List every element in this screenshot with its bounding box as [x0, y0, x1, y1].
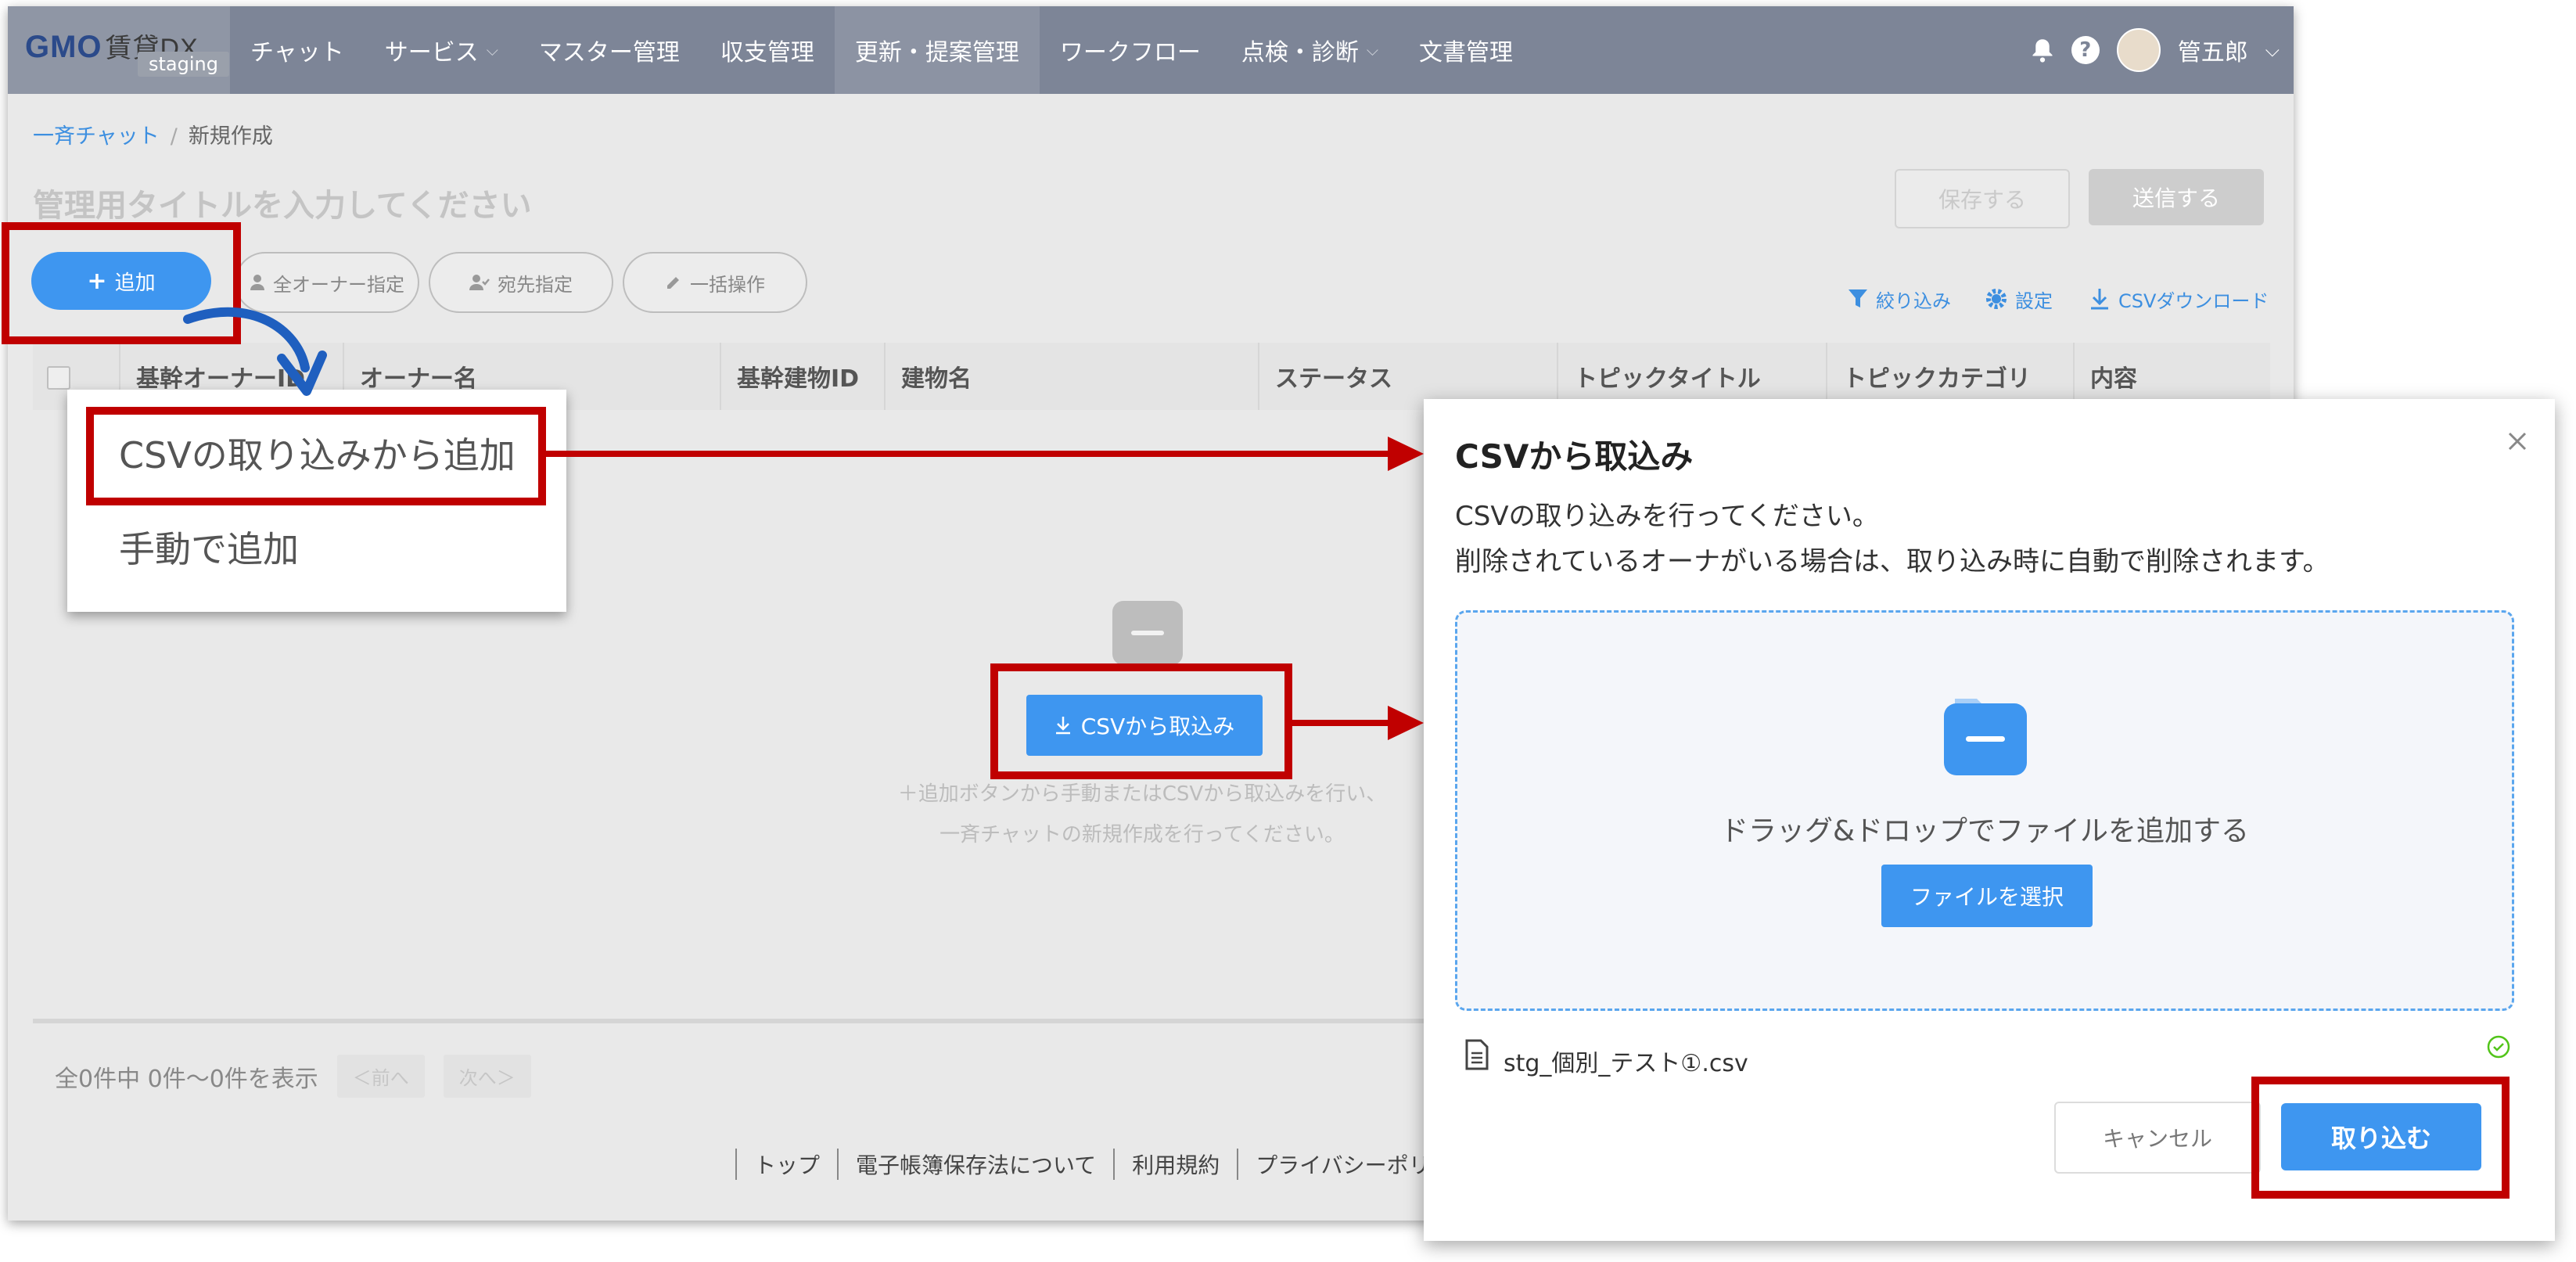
nav-item-chat[interactable]: チャット — [230, 6, 365, 94]
pager: 全0件中 0件〜0件を表示 ＜前へ 次へ＞ — [55, 1055, 531, 1098]
dialog-title: CSVから取込み — [1455, 437, 1694, 476]
csv-download-button[interactable]: CSVダウンロード — [2089, 282, 2269, 316]
file-dropzone[interactable]: ドラッグ&ドロップでファイルを追加する ファイルを選択 — [1455, 610, 2514, 1011]
recipient-label: 宛先指定 — [498, 273, 573, 296]
column-header[interactable]: 基幹建物ID — [720, 343, 884, 410]
all-owner-label: 全オーナー指定 — [273, 273, 404, 296]
bulk-action-button[interactable]: 一括操作 — [623, 252, 807, 313]
select-file-button[interactable]: ファイルを選択 — [1881, 865, 2093, 927]
file-name: stg_個別_テスト①.csv — [1504, 1050, 1748, 1077]
title-input[interactable]: 管理用タイトルを入力してください — [33, 180, 532, 225]
empty-state-text: ＋追加ボタンから手動またはCSVから取込みを行い、 — [897, 782, 1387, 806]
download-icon — [1055, 717, 1070, 735]
logo-area: GMO 賃貸DX staging — [8, 6, 230, 94]
csv-download-label: CSVダウンロード — [2118, 289, 2269, 312]
prev-page-button[interactable]: ＜前へ — [336, 1055, 425, 1098]
nav-item-service[interactable]: サービス ⌵ — [365, 6, 519, 94]
pencil-icon — [667, 277, 679, 289]
filter-button[interactable]: 絞り込み — [1848, 282, 1951, 316]
file-icon — [1465, 1039, 1489, 1070]
menu-item-csv-import[interactable]: CSVの取り込みから追加 — [119, 427, 516, 479]
csv-import-label: CSVから取込み — [1080, 714, 1235, 739]
env-badge: staging — [138, 52, 229, 77]
breadcrumb-current: 新規作成 — [188, 124, 273, 149]
import-button[interactable]: 取り込む — [2281, 1103, 2481, 1170]
download-icon — [2091, 289, 2108, 310]
breadcrumb: 一斉チャット / 新規作成 — [33, 119, 273, 149]
footer-link-terms[interactable]: 利用規約 — [1113, 1149, 1237, 1180]
nav-item-workflow[interactable]: ワークフロー — [1040, 6, 1221, 94]
menu-item-manual-add[interactable]: 手動で追加 — [119, 521, 299, 573]
nav-menu: チャット サービス ⌵ マスター管理 収支管理 更新・提案管理 ワークフロー 点検… — [230, 6, 1533, 94]
breadcrumb-separator: / — [170, 124, 178, 149]
pager-summary: 全0件中 0件〜0件を表示 — [55, 1065, 318, 1093]
plus-icon: + — [87, 267, 107, 295]
empty-folder-icon — [1112, 601, 1183, 665]
settings-button[interactable]: 設定 — [1985, 282, 2053, 316]
csv-import-dialog: CSVから取込み CSVの取り込みを行ってください。 削除されているオーナがいる… — [1424, 399, 2555, 1241]
filter-icon — [1848, 289, 1867, 307]
add-button[interactable]: + 追加 — [31, 252, 211, 310]
add-button-label: 追加 — [114, 271, 156, 295]
empty-state-text: 一斉チャットの新規作成を行ってください。 — [940, 823, 1345, 847]
user-check-icon — [469, 275, 490, 290]
gear-icon — [1986, 289, 2007, 309]
save-button[interactable]: 保存する — [1895, 169, 2070, 228]
bulk-action-label: 一括操作 — [690, 273, 765, 296]
chevron-down-icon: ⌵ — [1366, 41, 1379, 59]
dialog-description: 削除されているオーナがいる場合は、取り込み時に自動で削除されます。 — [1455, 546, 2330, 577]
folder-icon — [1944, 699, 2027, 775]
footer-link-ebook-law[interactable]: 電子帳簿保存法について — [837, 1149, 1113, 1180]
add-menu: CSVの取り込みから追加 手動で追加 — [67, 390, 566, 612]
next-page-button[interactable]: 次へ＞ — [443, 1055, 531, 1098]
dropzone-text: ドラッグ&ドロップでファイルを追加する — [1719, 815, 2250, 847]
breadcrumb-link-bulk-chat[interactable]: 一斉チャット — [33, 124, 160, 149]
csv-import-button[interactable]: CSVから取込み — [1026, 695, 1263, 756]
user-icon — [250, 275, 264, 290]
user-name[interactable]: 管五郎 — [2178, 33, 2248, 67]
all-owner-button[interactable]: 全オーナー指定 — [235, 252, 419, 313]
send-button[interactable]: 送信する — [2089, 169, 2264, 225]
select-all-checkbox[interactable] — [47, 366, 70, 390]
settings-label: 設定 — [2015, 289, 2053, 312]
nav-user-area: ? 管五郎 ⌵ — [2031, 6, 2280, 94]
column-header[interactable]: 建物名 — [884, 343, 1258, 410]
nav-item-finance[interactable]: 収支管理 — [700, 6, 835, 94]
chevron-down-icon: ⌵ — [486, 41, 498, 59]
avatar[interactable] — [2116, 28, 2161, 72]
dialog-description: CSVの取り込みを行ってください。 — [1455, 501, 1879, 532]
footer-links: トップ 電子帳簿保存法について 利用規約 プライバシーポリシー — [735, 1149, 1492, 1180]
top-navbar: GMO 賃貸DX staging チャット サービス ⌵ マスター管理 収支管理 更… — [8, 6, 2294, 94]
recipient-button[interactable]: 宛先指定 — [429, 252, 613, 313]
bell-icon[interactable] — [2031, 37, 2054, 63]
chevron-down-icon[interactable]: ⌵ — [2265, 39, 2280, 61]
check-circle-icon — [2487, 1035, 2510, 1059]
nav-item-documents[interactable]: 文書管理 — [1399, 6, 1533, 94]
footer-link-top[interactable]: トップ — [735, 1149, 837, 1180]
filter-label: 絞り込み — [1876, 289, 1951, 312]
nav-item-master[interactable]: マスター管理 — [519, 6, 700, 94]
help-icon[interactable]: ? — [2071, 36, 2100, 64]
close-icon[interactable] — [2503, 427, 2531, 455]
nav-item-inspection[interactable]: 点検・診断 ⌵ — [1221, 6, 1399, 94]
nav-item-renewal[interactable]: 更新・提案管理 — [834, 6, 1040, 94]
cancel-button[interactable]: キャンセル — [2054, 1102, 2261, 1174]
